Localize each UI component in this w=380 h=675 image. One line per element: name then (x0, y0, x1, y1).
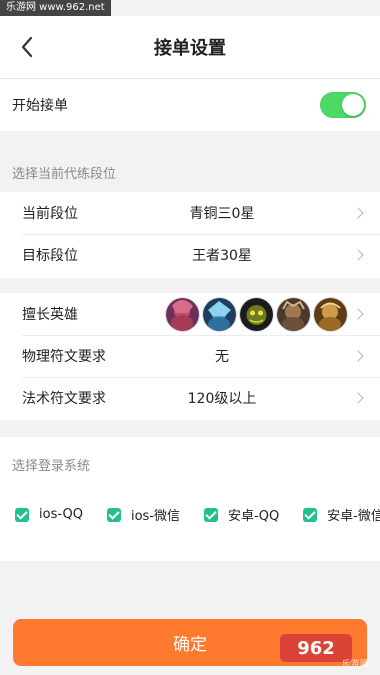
page-title: 接单设置 (154, 38, 226, 59)
back-button[interactable] (10, 29, 46, 65)
target-rank-row[interactable]: 目标段位 王者30星 (0, 234, 380, 276)
checkbox-checked-icon (204, 507, 219, 522)
login-option-ios-qq[interactable]: ios-QQ (15, 507, 83, 522)
hero-avatar-list (166, 298, 347, 331)
checkbox-checked-icon (15, 507, 29, 522)
hero-avatar-3 (240, 298, 273, 331)
rank-card: 当前段位 青铜三0星 目标段位 王者30星 (0, 192, 380, 278)
target-rank-value: 王者30星 (192, 248, 252, 264)
start-orders-label: 开始接单 (12, 98, 68, 114)
rank-section-title: 选择当前代练段位 (12, 167, 117, 182)
header: 接单设置 (0, 16, 380, 79)
login-option-label: ios-微信 (130, 509, 181, 524)
start-orders-row: 开始接单 (0, 79, 380, 131)
login-system-card: 选择登录系统 ios-QQ ios-微信 安卓-QQ 安卓-微信 (0, 437, 380, 561)
current-rank-value: 青铜三0星 (189, 206, 255, 222)
chevron-right-icon (352, 308, 364, 320)
login-option-label: ios-QQ (39, 507, 83, 522)
physical-rune-label: 物理符文要求 (22, 349, 106, 365)
order-settings-screen: 乐游网 www.962.net 接单设置 开始接单 选择当前代练段位 当前段位 … (0, 0, 380, 675)
hero-avatar-2 (203, 298, 236, 331)
target-rank-label: 目标段位 (22, 248, 78, 264)
magic-rune-label: 法术符文要求 (22, 391, 106, 407)
checkbox-checked-icon (303, 507, 318, 522)
login-options: ios-QQ ios-微信 安卓-QQ 安卓-微信 (15, 505, 380, 524)
hero-avatar-5 (314, 298, 347, 331)
login-option-ios-wechat[interactable]: ios-微信 (106, 505, 181, 524)
toggle-knob (342, 94, 364, 116)
chevron-right-icon (352, 207, 364, 219)
current-rank-row[interactable]: 当前段位 青铜三0星 (0, 192, 380, 234)
chevron-right-icon (352, 249, 364, 261)
watermark-logo-text: 962 (297, 638, 335, 659)
heroes-label: 擅长英雄 (22, 307, 78, 323)
magic-rune-row[interactable]: 法术符文要求 120级以上 (0, 377, 380, 419)
chevron-right-icon (352, 350, 364, 362)
hero-avatar-1 (166, 298, 199, 331)
login-option-label: 安卓-QQ (228, 509, 280, 524)
chevron-left-icon (21, 36, 33, 58)
watermark-top: 乐游网 www.962.net (0, 0, 111, 16)
chevron-right-icon (352, 392, 364, 404)
login-section-title: 选择登录系统 (12, 459, 91, 474)
current-rank-label: 当前段位 (22, 206, 78, 222)
watermark-bottom-text: 乐游网 (342, 659, 369, 668)
physical-rune-row[interactable]: 物理符文要求 无 (0, 335, 380, 377)
heroes-row[interactable]: 擅长英雄 (0, 293, 380, 335)
login-option-android-wechat[interactable]: 安卓-微信 (303, 505, 380, 524)
login-option-android-qq[interactable]: 安卓-QQ (204, 505, 279, 524)
checkbox-checked-icon (106, 507, 121, 522)
magic-rune-value: 120级以上 (187, 391, 257, 407)
physical-rune-value: 无 (215, 349, 229, 365)
start-orders-toggle[interactable] (320, 92, 366, 118)
login-option-label: 安卓-微信 (327, 509, 380, 524)
hero-card: 擅长英雄 物理符文要求 无 法术符文要求 120级以上 (0, 293, 380, 420)
hero-avatar-4 (277, 298, 310, 331)
